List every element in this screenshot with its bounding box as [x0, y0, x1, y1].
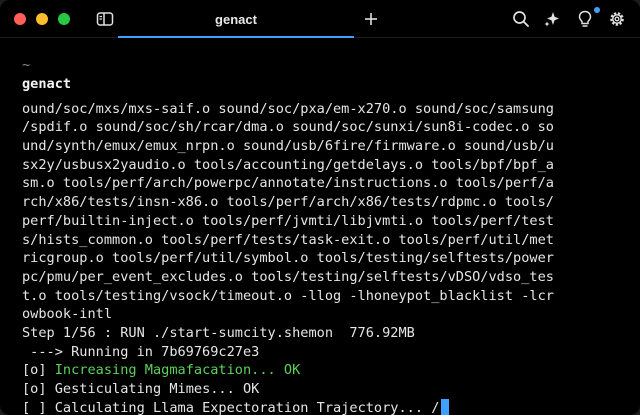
terminal-window: genact ~ genact ound/soc/mxs/mxs-saif.o …	[0, 0, 640, 415]
output-line: t.o tools/testing/vsock/timeout.o -llog …	[22, 287, 554, 304]
maximize-window-button[interactable]	[58, 13, 70, 25]
sparkle-icon[interactable]	[541, 8, 563, 30]
output-line: sm.o tools/perf/arch/powerpc/annotate/in…	[22, 175, 554, 192]
output-line: sx2y/usbusx2yaudio.o tools/accounting/ge…	[22, 156, 554, 173]
sidebar-split-icon[interactable]	[94, 8, 116, 30]
notification-dot	[594, 7, 600, 13]
output-line: s/hists_common.o tools/perf/tests/task-e…	[22, 231, 554, 248]
terminal-cursor	[441, 398, 450, 415]
prompt-command: genact	[22, 75, 72, 92]
gear-icon[interactable]	[606, 8, 628, 30]
status-line: [ ] Calculating Llama Expectoration Traj…	[22, 398, 640, 415]
tab-title: genact	[215, 11, 257, 27]
output-line: rch/x86/tests/insn-x86.o tools/perf/arch…	[22, 194, 554, 211]
output-line: und/synth/emux/emux_nrpn.o sound/usb/6fi…	[22, 138, 554, 155]
output-line: /spdif.o sound/soc/sh/rcar/dma.o sound/s…	[22, 119, 554, 136]
title-bar: genact	[0, 0, 640, 38]
status-prefix: [o]	[22, 362, 55, 379]
tab-genact[interactable]: genact	[118, 0, 354, 38]
status-line: [o] Increasing Magmafacation... OK	[22, 361, 640, 380]
close-window-button[interactable]	[14, 13, 26, 25]
output-line: perf/builtin-inject.o tools/perf/jvmti/l…	[22, 212, 554, 229]
status-prefix: [ ]	[22, 399, 55, 415]
output-line: ound/soc/mxs/mxs-saif.o sound/soc/pxa/em…	[22, 100, 554, 117]
status-text: Calculating Llama Expectoration Trajecto…	[54, 399, 440, 415]
prompt-directory: ~	[22, 57, 31, 73]
output-line: Step 1/56 : RUN ./start-sumcity.shemon 7…	[22, 324, 415, 341]
terminal-output[interactable]: ~ genact ound/soc/mxs/mxs-saif.o sound/s…	[0, 38, 640, 415]
minimize-window-button[interactable]	[36, 13, 48, 25]
output-line: owbook-intl	[22, 306, 113, 323]
lightbulb-icon[interactable]	[574, 8, 596, 30]
search-icon[interactable]	[510, 8, 532, 30]
status-text: Increasing Magmafacation... OK	[54, 362, 301, 379]
output-line: pc/pmu/per_event_excludes.o tools/testin…	[22, 268, 554, 285]
output-line: ---> Running in 7b69769c27e3	[22, 343, 260, 360]
status-text: Gesticulating Mimes... OK	[54, 381, 260, 397]
plus-icon[interactable]	[360, 8, 382, 30]
output-line: ricgroup.o tools/perf/util/symbol.o tool…	[22, 250, 554, 267]
status-line: [o] Gesticulating Mimes... OK	[22, 380, 640, 399]
status-prefix: [o]	[22, 381, 55, 397]
